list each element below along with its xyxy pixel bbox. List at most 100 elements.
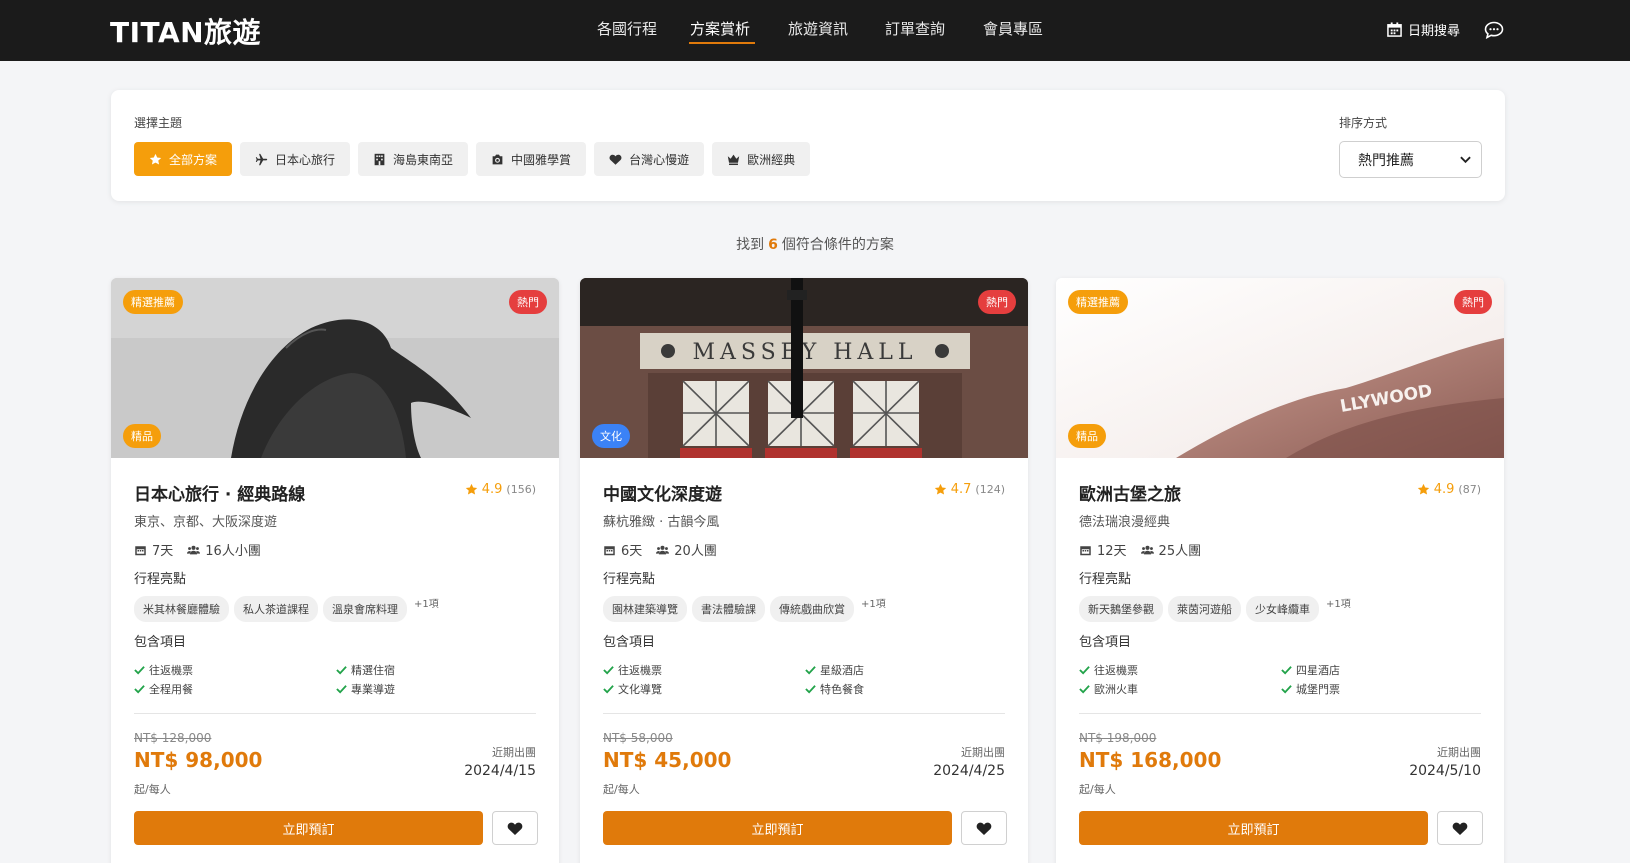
tour-image[interactable]: LLYWOOD 精選推薦 熱門 精品 bbox=[1056, 278, 1504, 458]
result-number: 6 bbox=[768, 237, 778, 253]
chevron-down-icon bbox=[1460, 156, 1471, 164]
price: NT$ 45,000 bbox=[603, 748, 732, 772]
more-tags: +1項 bbox=[1326, 599, 1351, 610]
tour-title[interactable]: 日本心旅行 · 經典路線 bbox=[134, 480, 305, 505]
site-logo[interactable]: TITAN旅遊 bbox=[110, 11, 261, 51]
chip-all-plans[interactable]: 全部方案 bbox=[134, 142, 233, 176]
tour-card: 精選推薦 熱門 精品 日本心旅行 · 經典路線 4.9 (156) 東京、京都、… bbox=[111, 278, 559, 863]
tour-card: MASSEY HALL 熱門 文化 中國文化深度遊 4.7 (124) 蘇杭雅緻… bbox=[580, 278, 1028, 863]
highlight-tag: 萊茵河遊船 bbox=[1168, 596, 1241, 622]
per-person-label: 起/每人 bbox=[134, 783, 171, 796]
highlight-tag: 米其林餐廳體驗 bbox=[134, 596, 229, 622]
tour-title[interactable]: 中國文化深度遊 bbox=[603, 480, 722, 505]
chip-japan[interactable]: 日本心旅行 bbox=[240, 142, 351, 176]
chip-label: 台灣心慢遊 bbox=[629, 152, 690, 167]
divider bbox=[603, 713, 1005, 714]
departure-label: 近期出團 bbox=[1437, 746, 1481, 759]
tour-meta: 7天 16人小團 bbox=[134, 540, 261, 559]
favorite-button[interactable] bbox=[1437, 811, 1483, 845]
chip-southeast-asia[interactable]: 海島東南亞 bbox=[358, 142, 469, 176]
include-text: 城堡門票 bbox=[1296, 683, 1340, 696]
book-now-button[interactable]: 立即預訂 bbox=[1079, 811, 1428, 845]
top-navbar: TITAN旅遊 各國行程 方案賞析 旅遊資訊 訂單查詢 會員專區 日期搜尋 bbox=[0, 0, 1630, 61]
sort-select[interactable]: 熱門推薦 bbox=[1339, 141, 1482, 178]
book-now-button[interactable]: 立即預訂 bbox=[603, 811, 952, 845]
group-size: 20人團 bbox=[674, 544, 717, 559]
check-icon bbox=[1079, 666, 1090, 675]
highlight-tag: 新天鵝堡參觀 bbox=[1079, 596, 1163, 622]
check-icon bbox=[805, 666, 816, 675]
rating-value: 4.9 bbox=[481, 482, 503, 497]
highlights-label: 行程亮點 bbox=[1079, 572, 1132, 587]
duration: 12天 bbox=[1097, 544, 1127, 559]
chip-china[interactable]: 中國雅學賞 bbox=[476, 142, 587, 176]
include-text: 往返機票 bbox=[618, 664, 662, 677]
tour-image[interactable]: MASSEY HALL 熱門 文化 bbox=[580, 278, 1028, 458]
more-tags: +1項 bbox=[861, 599, 886, 610]
highlight-tag: 私人茶道課程 bbox=[234, 596, 318, 622]
review-count: (124) bbox=[975, 483, 1005, 496]
star-icon bbox=[465, 483, 477, 495]
users-icon bbox=[656, 545, 670, 554]
include-text: 往返機票 bbox=[149, 664, 193, 677]
rating: 4.9 (87) bbox=[1417, 482, 1481, 497]
check-icon bbox=[603, 666, 614, 675]
group-size: 16人小團 bbox=[205, 544, 261, 559]
date-search-label: 日期搜尋 bbox=[1408, 24, 1461, 39]
include-item: 城堡門票 bbox=[1281, 681, 1340, 697]
filter-panel: 選擇主題 全部方案 日本心旅行 海島東南亞 中國雅學賞 台灣心慢遊 歐洲經典 排… bbox=[111, 90, 1505, 201]
tour-title[interactable]: 歐洲古堡之旅 bbox=[1079, 480, 1181, 505]
include-text: 文化導覽 bbox=[618, 683, 662, 696]
departure-date: 2024/4/15 bbox=[464, 763, 536, 779]
rating: 4.9 (156) bbox=[465, 482, 536, 497]
camera-icon bbox=[492, 154, 503, 164]
nav-item-plans[interactable]: 方案賞析 bbox=[690, 18, 750, 39]
include-text: 四星酒店 bbox=[1296, 664, 1340, 677]
book-now-button[interactable]: 立即預訂 bbox=[134, 811, 483, 845]
heart-icon bbox=[976, 822, 992, 835]
chip-taiwan[interactable]: 台灣心慢遊 bbox=[594, 142, 705, 176]
heart-icon bbox=[507, 822, 523, 835]
chat-icon[interactable] bbox=[1484, 21, 1504, 39]
calendar-icon bbox=[1080, 545, 1091, 555]
star-icon bbox=[934, 483, 946, 495]
chip-europe[interactable]: 歐洲經典 bbox=[712, 142, 811, 176]
include-text: 專業導遊 bbox=[351, 683, 395, 696]
departure-date: 2024/4/25 bbox=[933, 763, 1005, 779]
tour-photo: MASSEY HALL bbox=[580, 278, 1028, 458]
hot-badge: 熱門 bbox=[509, 290, 547, 314]
favorite-button[interactable] bbox=[961, 811, 1007, 845]
departure-label: 近期出團 bbox=[961, 746, 1005, 759]
nav-item-travel-info[interactable]: 旅遊資訊 bbox=[788, 18, 848, 39]
date-search-button[interactable]: 日期搜尋 bbox=[1387, 20, 1460, 39]
include-item: 精選住宿 bbox=[336, 662, 395, 678]
star-icon bbox=[1417, 483, 1429, 495]
tour-image[interactable]: 精選推薦 熱門 精品 bbox=[111, 278, 559, 458]
nav-item-orders[interactable]: 訂單查詢 bbox=[885, 18, 945, 39]
featured-badge: 精選推薦 bbox=[123, 290, 183, 314]
include-text: 精選住宿 bbox=[351, 664, 395, 677]
highlight-tag: 書法體驗課 bbox=[692, 596, 765, 622]
per-person-label: 起/每人 bbox=[1079, 783, 1116, 796]
favorite-button[interactable] bbox=[492, 811, 538, 845]
heart-icon bbox=[609, 154, 622, 165]
featured-badge: 精選推薦 bbox=[1068, 290, 1128, 314]
nav-item-members[interactable]: 會員專區 bbox=[983, 18, 1043, 39]
review-count: (156) bbox=[506, 483, 536, 496]
highlight-tags: 新天鵝堡參觀 萊茵河遊船 少女峰纜車 +1項 bbox=[1079, 596, 1351, 622]
crown-icon bbox=[727, 154, 740, 165]
includes-label: 包含項目 bbox=[134, 635, 187, 650]
nav-item-countries[interactable]: 各國行程 bbox=[597, 18, 657, 39]
calendar-icon bbox=[604, 545, 615, 555]
include-item: 文化導覽 bbox=[603, 681, 662, 697]
chip-label: 海島東南亞 bbox=[393, 152, 454, 167]
include-text: 星級酒店 bbox=[820, 664, 864, 677]
departure-label: 近期出團 bbox=[492, 746, 536, 759]
include-item: 特色餐食 bbox=[805, 681, 864, 697]
category-badge: 文化 bbox=[592, 424, 630, 448]
more-tags: +1項 bbox=[414, 599, 439, 610]
highlights-label: 行程亮點 bbox=[603, 572, 656, 587]
highlight-tags: 園林建築導覽 書法體驗課 傳統戲曲欣賞 +1項 bbox=[603, 596, 886, 622]
result-count: 找到 6 個符合條件的方案 bbox=[0, 234, 1630, 254]
include-item: 全程用餐 bbox=[134, 681, 193, 697]
